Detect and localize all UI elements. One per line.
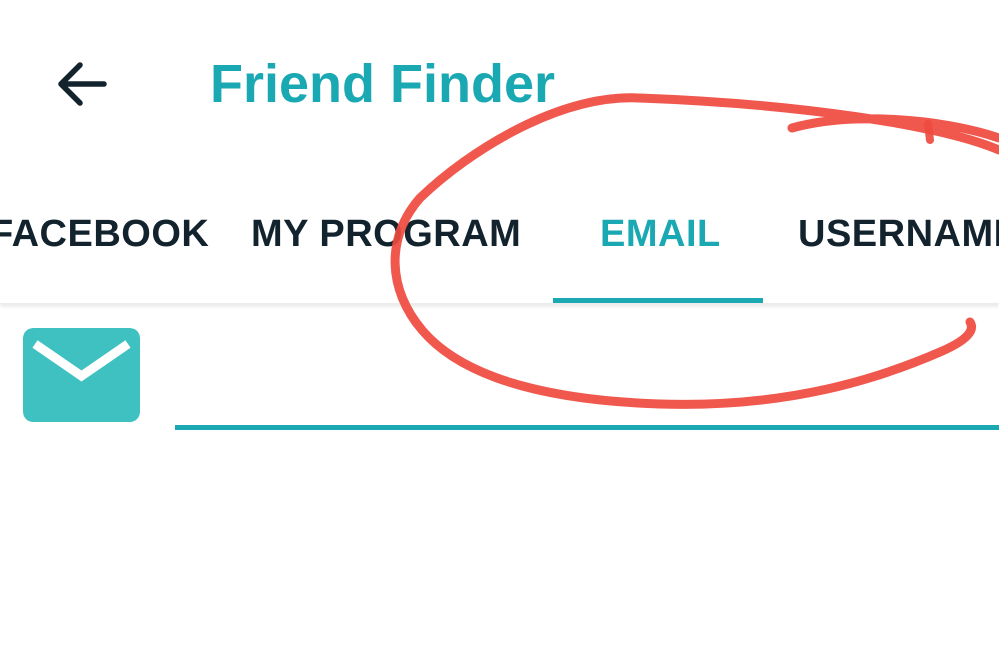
email-search-row [0, 305, 999, 445]
back-button[interactable] [50, 52, 114, 116]
tab-my-program[interactable]: MY PROGRAM [251, 170, 521, 303]
tab-selected-indicator [553, 298, 763, 303]
email-search-input[interactable] [175, 315, 999, 425]
friend-finder-screen: Friend Finder FACEBOOK MY PROGRAM EMAIL … [0, 0, 999, 670]
email-input-underline [175, 425, 999, 430]
tab-email[interactable]: EMAIL [600, 170, 721, 303]
arrow-left-icon [58, 62, 107, 106]
tab-bar: FACEBOOK MY PROGRAM EMAIL USERNAME [0, 170, 999, 304]
tab-username[interactable]: USERNAME [798, 170, 999, 303]
envelope-icon [23, 328, 140, 422]
app-header: Friend Finder [0, 0, 999, 170]
tab-facebook[interactable]: FACEBOOK [0, 170, 209, 303]
page-title: Friend Finder [210, 54, 556, 114]
